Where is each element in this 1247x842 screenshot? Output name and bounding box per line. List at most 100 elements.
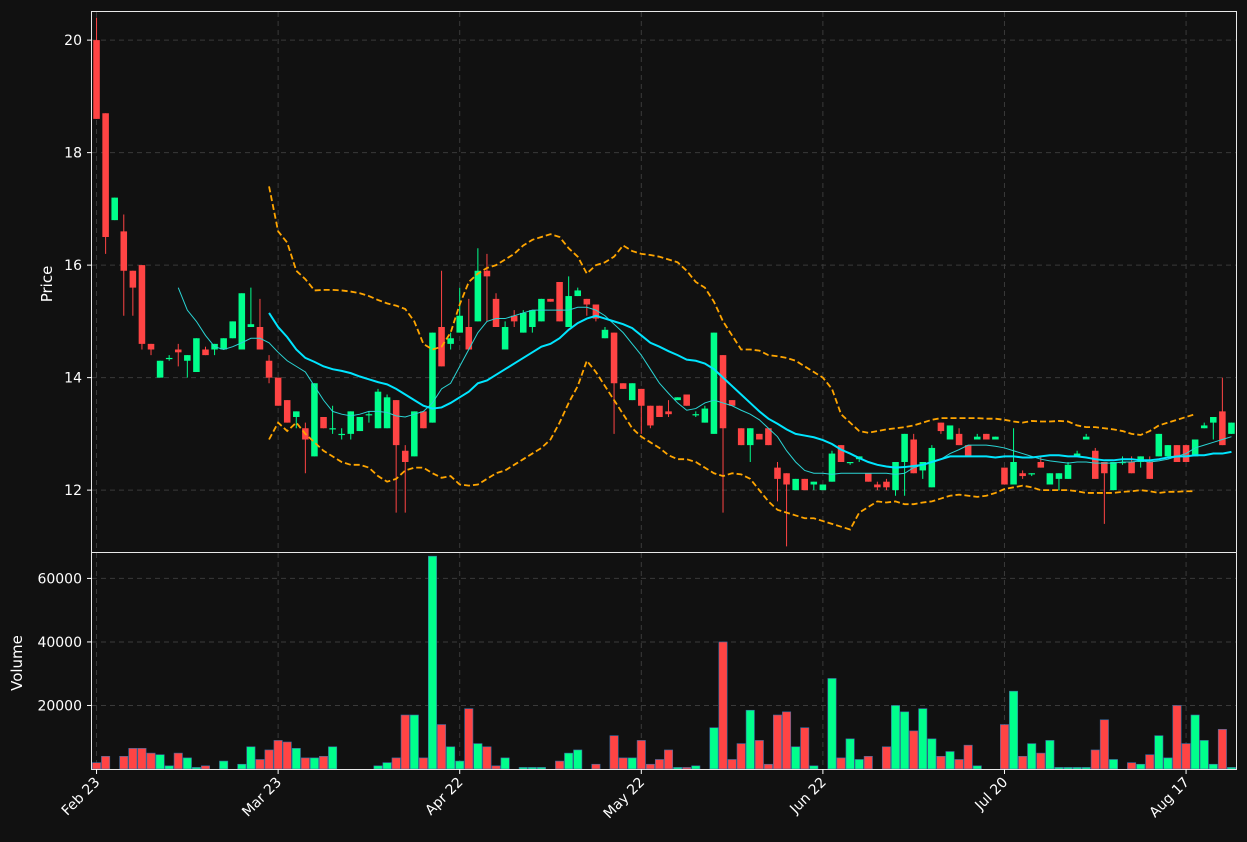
volume-bar: [300, 757, 310, 770]
candle-body: [483, 270, 491, 277]
candle-body: [365, 414, 373, 416]
candle-body: [619, 383, 627, 389]
candle-body: [320, 417, 327, 429]
candle-body: [1110, 462, 1117, 491]
candle-body: [937, 422, 945, 432]
candle-body: [1019, 473, 1026, 477]
candle-body: [456, 315, 463, 333]
candle-body: [120, 231, 128, 271]
volume-bar: [319, 755, 329, 770]
candle-body: [946, 425, 954, 440]
volume-bar: [328, 746, 338, 770]
volume-bar: [1163, 757, 1173, 770]
volume-bar: [909, 730, 919, 770]
volume-bar: [1136, 763, 1146, 770]
volume-bar: [963, 744, 973, 770]
candle-body: [583, 298, 591, 305]
volume-bar: [92, 762, 102, 770]
candle-body: [638, 388, 645, 406]
volume-bar: [1217, 728, 1227, 770]
volume-bar: [473, 743, 483, 770]
volume-bar: [1226, 767, 1236, 770]
price-tick-label: 16: [64, 258, 82, 274]
price-tick-label: 12: [64, 483, 82, 499]
volume-bar: [1027, 743, 1037, 770]
volume-bar: [518, 767, 528, 770]
volume-bar: [191, 767, 201, 770]
volume-bar: [446, 746, 456, 770]
volume-bar: [691, 765, 701, 770]
candle-body: [846, 462, 854, 464]
volume-bar: [645, 763, 655, 770]
candle-body: [1010, 462, 1017, 485]
volume-tick-label: 60000: [37, 571, 82, 587]
price-tick-label: 18: [64, 146, 82, 162]
price-volume-chart: 1214161820200004000060000Feb 23 Mar 23 Apr…: [0, 0, 1247, 842]
volume-bar: [945, 751, 955, 770]
volume-bar: [119, 755, 129, 770]
volume-tick-label: 40000: [37, 635, 82, 651]
volume-bar: [763, 763, 773, 770]
volume-bar: [237, 763, 247, 770]
candle-body: [1028, 473, 1035, 475]
volume-bar: [427, 555, 437, 770]
volume-bar: [791, 746, 801, 770]
volume-bar: [609, 735, 619, 770]
volume-bar: [754, 740, 764, 770]
volume-bar: [718, 641, 728, 770]
candle-body: [1128, 462, 1135, 474]
volume-bar: [201, 765, 210, 770]
candle-body: [374, 391, 382, 429]
volume-bar: [455, 760, 465, 770]
price-axis-title: Price: [38, 266, 56, 303]
candle-body: [574, 290, 582, 297]
candle-body: [420, 411, 427, 429]
volume-bar: [573, 749, 583, 770]
volume-bar: [809, 765, 819, 770]
candle-body: [819, 484, 827, 491]
volume-bar: [255, 759, 265, 770]
volume-bar: [164, 765, 174, 770]
price-tick-label: 20: [64, 33, 82, 49]
candle-body: [883, 481, 890, 488]
candle-body: [1064, 464, 1072, 479]
volume-bar: [1045, 740, 1055, 770]
candle-body: [184, 355, 191, 361]
volume-bar: [900, 711, 910, 770]
volume-bar: [128, 748, 138, 770]
candle-body: [874, 484, 881, 488]
volume-bar: [564, 752, 574, 770]
candle-body: [992, 436, 999, 440]
candle-body: [129, 270, 137, 288]
candle-body: [111, 197, 118, 221]
volume-bar: [891, 705, 901, 770]
candle-body: [283, 400, 291, 423]
volume-bar: [391, 757, 401, 770]
volume-bar: [727, 759, 737, 770]
candle-body: [220, 338, 227, 350]
candle-body: [265, 360, 273, 378]
volume-bar: [482, 746, 492, 770]
volume-bar: [618, 757, 628, 770]
volume-bar: [146, 752, 156, 770]
volume-bar: [673, 767, 683, 770]
volume-bar: [464, 708, 474, 770]
volume-bar: [1181, 743, 1191, 770]
volume-bar: [491, 765, 501, 770]
volume-tick-label: 20000: [37, 698, 82, 714]
volume-bar: [664, 749, 674, 770]
candle-body: [1037, 462, 1045, 468]
candle-body: [701, 408, 709, 423]
volume-bar: [1018, 755, 1028, 770]
volume-bar: [1081, 767, 1091, 770]
candle-body: [1155, 433, 1163, 457]
volume-bar: [182, 757, 192, 770]
candle-body: [756, 433, 763, 440]
volume-bar: [827, 678, 837, 770]
volume-bar: [291, 748, 301, 770]
volume-axis-title: Volume: [8, 635, 26, 691]
candle-body: [865, 473, 872, 482]
volume-bar: [1154, 735, 1164, 770]
candle-body: [1101, 462, 1108, 474]
candle-body: [656, 405, 663, 417]
